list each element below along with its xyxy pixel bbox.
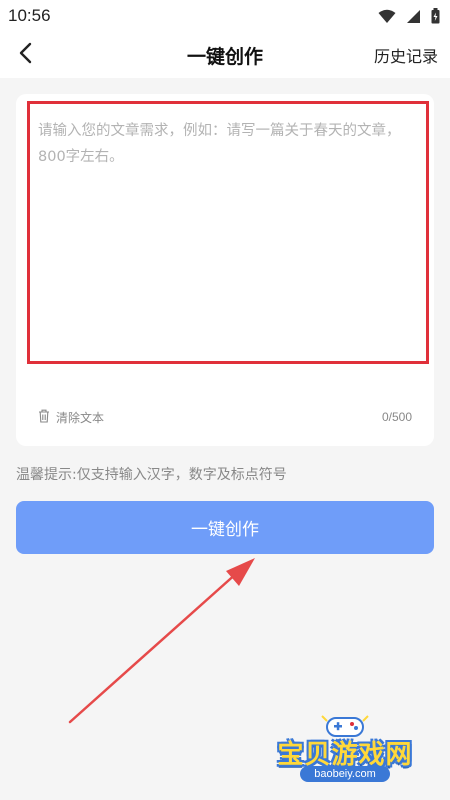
article-request-input[interactable]: [30, 104, 426, 361]
status-icons: [378, 8, 440, 28]
history-button[interactable]: 历史记录: [374, 43, 438, 67]
status-bar: 10:56: [0, 0, 450, 32]
trash-icon: [38, 408, 50, 427]
clear-text-label: 清除文本: [56, 411, 105, 425]
nav-bar: 一键创作 历史记录: [0, 32, 450, 78]
create-button[interactable]: 一键创作: [16, 501, 434, 554]
clear-text-button[interactable]: 清除文本: [38, 408, 104, 427]
back-button[interactable]: [10, 40, 40, 70]
highlighted-input-area: [27, 101, 429, 364]
watermark-logo: 宝贝游戏网 baobeiy.com: [270, 712, 420, 782]
character-counter: 0/500: [381, 410, 412, 424]
watermark-url: baobeiy.com: [300, 766, 390, 782]
chevron-left-icon: [18, 42, 32, 68]
editor-card: 清除文本 0/500: [16, 94, 434, 446]
status-time: 10:56: [8, 6, 51, 25]
input-tip: 温馨提示:仅支持输入汉字，数字及标点符号: [16, 467, 287, 483]
signal-icon: [406, 9, 421, 28]
wifi-icon: [378, 9, 396, 28]
battery-icon: [431, 8, 440, 28]
